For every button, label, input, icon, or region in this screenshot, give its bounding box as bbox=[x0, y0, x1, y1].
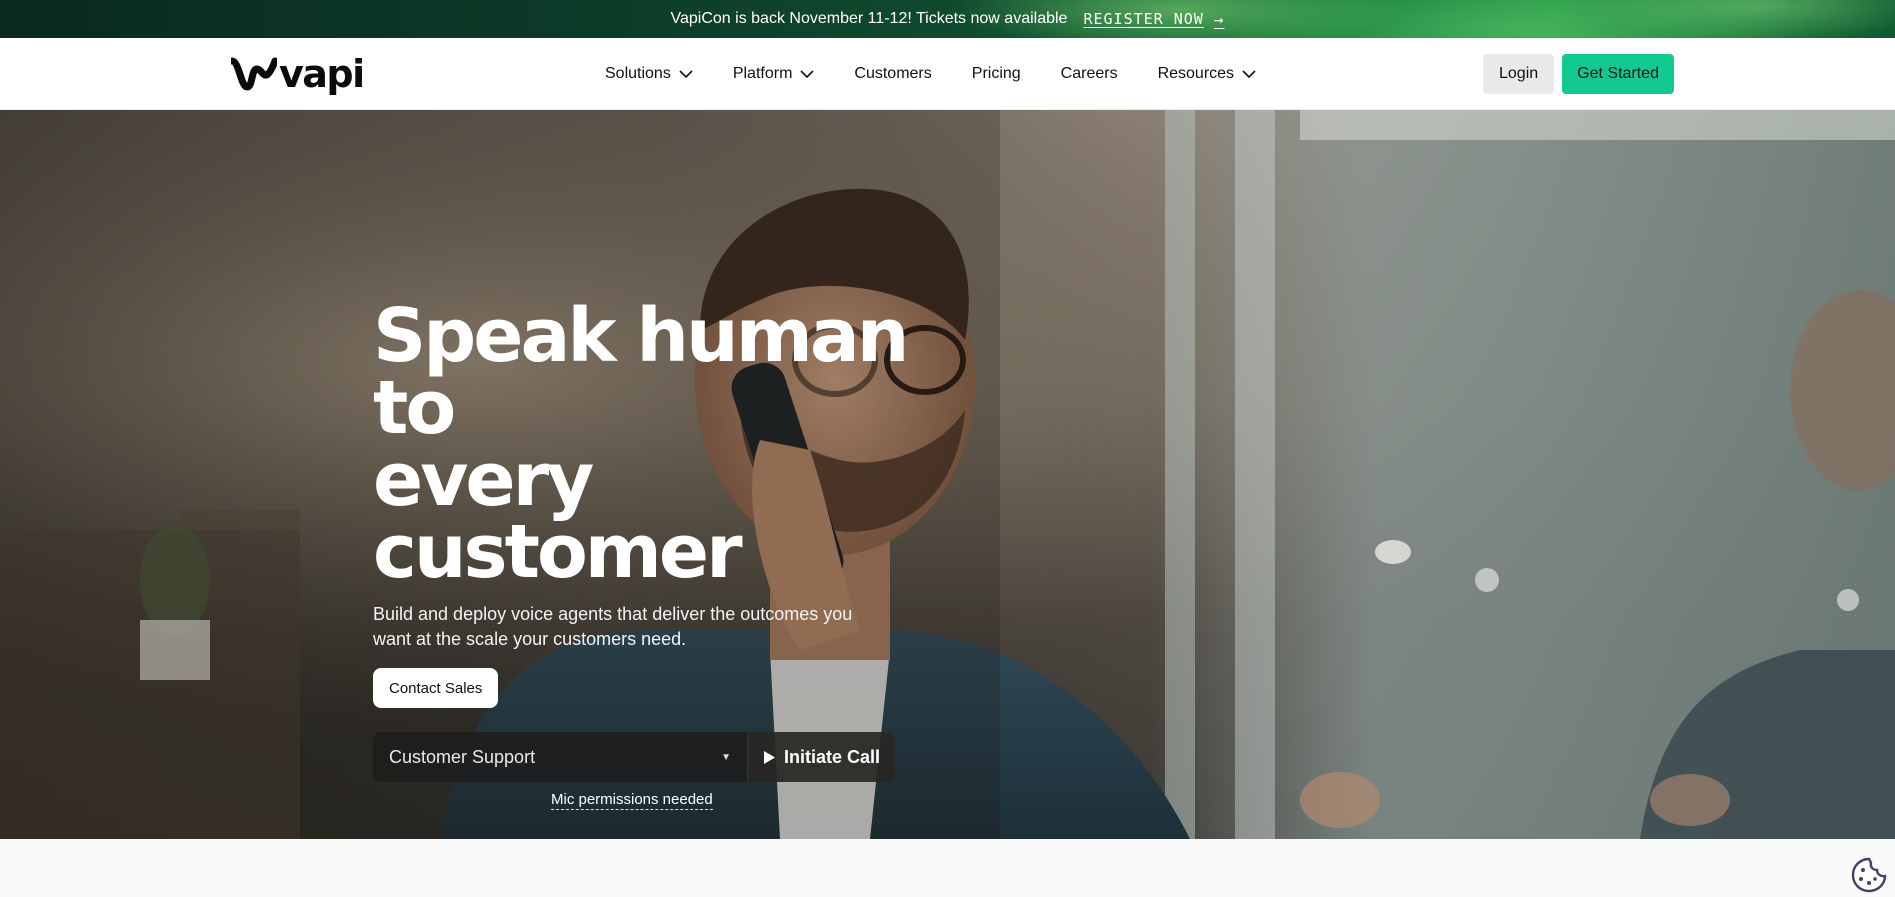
nav-customers[interactable]: Customers bbox=[854, 65, 931, 83]
chevron-down-icon bbox=[1242, 69, 1256, 79]
nav-careers-label: Careers bbox=[1060, 65, 1118, 82]
hero-subtitle: Build and deploy voice agents that deliv… bbox=[373, 604, 853, 649]
logo-wordmark: vapi bbox=[279, 52, 365, 96]
nav-links: Solutions Platform Customers Pricing Car… bbox=[605, 38, 1296, 110]
cookie-settings-button[interactable] bbox=[1850, 856, 1888, 894]
hero-title: Speak human to every customer bbox=[373, 293, 973, 595]
top-navigation: vapi Solutions Platform Customers Pricin… bbox=[0, 38, 1895, 110]
nav-actions: Login Get Started bbox=[1483, 54, 1674, 94]
initiate-call-button[interactable]: Initiate Call bbox=[747, 732, 895, 782]
announcement-text: VapiCon is back November 11-12! Tickets … bbox=[670, 10, 1068, 27]
chevron-down-icon bbox=[800, 69, 814, 79]
hero-title-line-1: Speak human to bbox=[373, 293, 909, 451]
agent-type-value: Customer Support bbox=[389, 746, 536, 767]
initiate-call-label: Initiate Call bbox=[783, 746, 881, 767]
caret-down-icon: ▼ bbox=[721, 751, 731, 763]
agent-type-select[interactable]: Customer Support ▼ bbox=[373, 732, 747, 782]
arrow-right-icon: → bbox=[1213, 9, 1225, 29]
announcement-bar: VapiCon is back November 11-12! Tickets … bbox=[0, 0, 1895, 38]
nav-customers-label: Customers bbox=[854, 65, 932, 82]
nav-resources[interactable]: Resources bbox=[1158, 65, 1256, 83]
hero-section: Speak human to every customer Build and … bbox=[0, 110, 1895, 839]
nav-resources-label: Resources bbox=[1157, 65, 1235, 82]
hero-title-line-2: every customer bbox=[373, 437, 743, 595]
register-now-label: REGISTER NOW bbox=[1083, 10, 1204, 28]
nav-pricing[interactable]: Pricing bbox=[972, 65, 1021, 83]
login-button[interactable]: Login bbox=[1483, 54, 1555, 94]
nav-platform-label: Platform bbox=[732, 65, 793, 82]
nav-platform[interactable]: Platform bbox=[733, 65, 815, 83]
nav-solutions-label: Solutions bbox=[605, 65, 671, 82]
play-icon bbox=[763, 750, 776, 765]
nav-solutions[interactable]: Solutions bbox=[605, 65, 693, 83]
chevron-down-icon bbox=[679, 69, 693, 79]
nav-pricing-label: Pricing bbox=[971, 65, 1021, 82]
vapi-logo[interactable]: vapi bbox=[231, 52, 365, 96]
cookie-icon bbox=[1850, 856, 1888, 894]
hero-content: Speak human to every customer Build and … bbox=[373, 293, 973, 810]
contact-sales-button[interactable]: Contact Sales bbox=[373, 668, 499, 708]
call-controls: Customer Support ▼ Initiate Call bbox=[373, 732, 895, 782]
mic-permissions-link[interactable]: Mic permissions needed bbox=[551, 791, 713, 810]
register-now-link[interactable]: REGISTER NOW → bbox=[1083, 10, 1224, 29]
get-started-button[interactable]: Get Started bbox=[1562, 54, 1674, 94]
nav-careers[interactable]: Careers bbox=[1061, 65, 1118, 83]
vapi-wave-icon bbox=[231, 57, 277, 91]
